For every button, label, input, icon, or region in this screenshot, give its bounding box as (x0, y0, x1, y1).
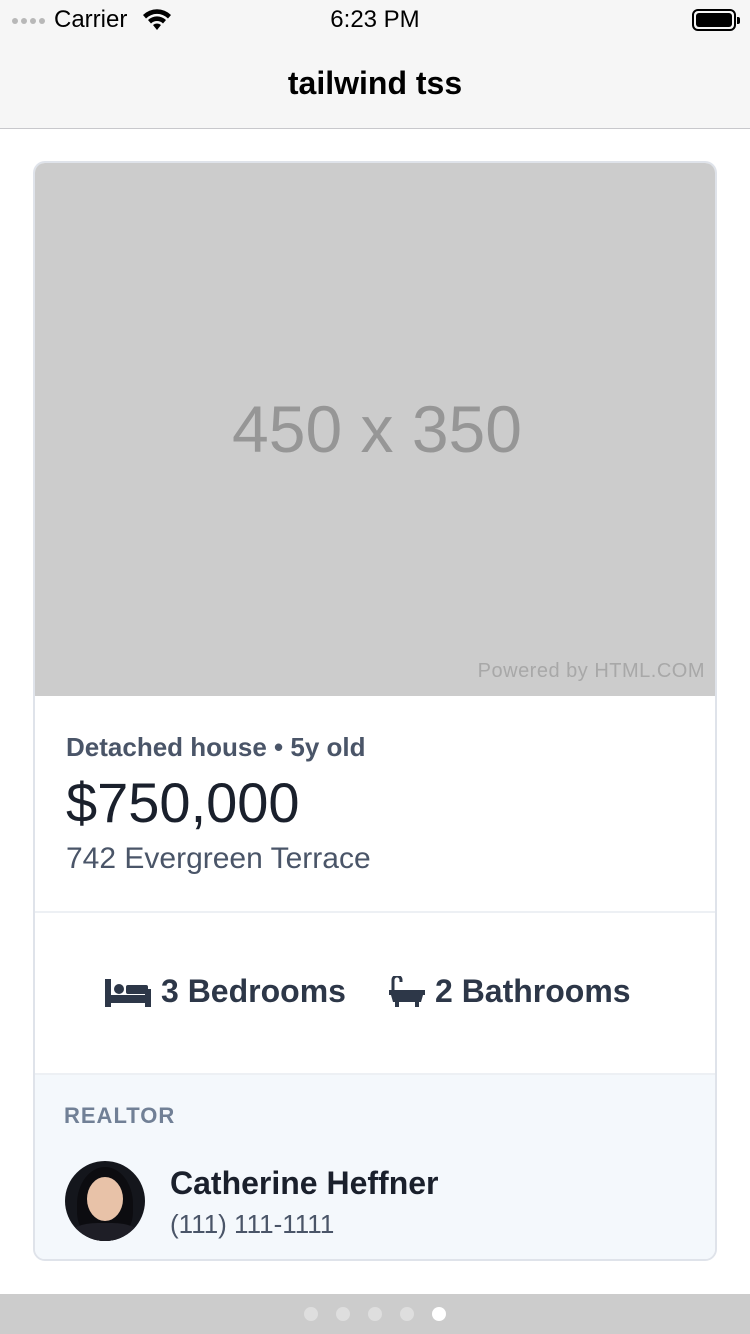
image-placeholder-text: 450 x 350 (232, 392, 522, 466)
bathrooms-label: 2 Bathrooms (435, 973, 631, 1009)
listing-image: 450 x 350 Powered by HTML.COM (35, 163, 715, 696)
listing-info: Detached house • 5y old $750,000 742 Eve… (35, 696, 715, 913)
realtor-name: Catherine Heffner (170, 1165, 439, 1201)
realtor-section: REALTOR Catherine Heffner (111) 111-1111 (35, 1075, 715, 1259)
listing-card[interactable]: 450 x 350 Powered by HTML.COM Detached h… (33, 161, 717, 1261)
page-dot[interactable] (400, 1307, 414, 1321)
page-dots (0, 1307, 750, 1321)
navigation-bar: tailwind tss (0, 40, 750, 129)
page-dot[interactable] (304, 1307, 318, 1321)
bathrooms-feature: 2 Bathrooms (389, 973, 631, 1010)
realtor-heading: REALTOR (64, 1103, 176, 1128)
avatar (65, 1161, 145, 1241)
image-credit: Powered by HTML.COM (477, 660, 705, 682)
page-dot[interactable] (336, 1307, 350, 1321)
bed-icon (105, 978, 151, 1007)
page-dot-active[interactable] (432, 1307, 446, 1321)
bathtub-icon (389, 975, 425, 1007)
listing-subtitle: Detached house • 5y old (66, 732, 366, 762)
battery-icon (692, 9, 740, 31)
status-time: 6:23 PM (330, 6, 420, 33)
listing-features: 3 Bedrooms 2 Bathrooms (35, 913, 715, 1075)
page-dot[interactable] (368, 1307, 382, 1321)
status-bar: Carrier 6:23 PM (0, 0, 750, 40)
page-indicator-bar (0, 1294, 750, 1334)
bedrooms-feature: 3 Bedrooms (105, 973, 346, 1010)
page-title: tailwind tss (287, 65, 463, 101)
listing-price: $750,000 (66, 771, 300, 834)
bedrooms-label: 3 Bedrooms (161, 973, 346, 1009)
listing-address: 742 Evergreen Terrace (66, 842, 371, 875)
realtor-phone[interactable]: (111) 111-1111 (170, 1209, 334, 1240)
